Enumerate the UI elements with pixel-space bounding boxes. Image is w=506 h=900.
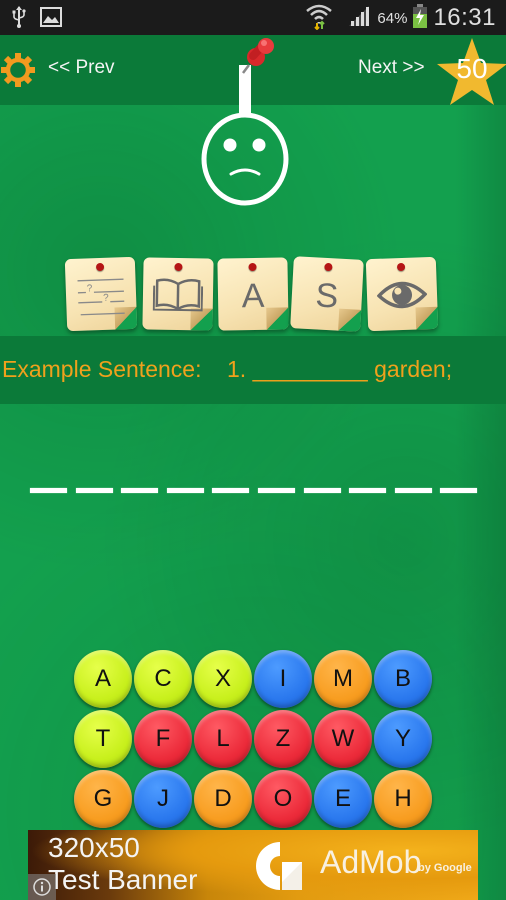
letter-key-e[interactable]: E xyxy=(314,770,372,828)
answer-slot xyxy=(258,488,295,493)
hangman-figure xyxy=(195,35,305,215)
hint-card-fill-blank[interactable]: ? ? xyxy=(64,256,138,332)
hint-card-reveal[interactable] xyxy=(365,256,439,332)
battery-percent: 64% xyxy=(377,9,408,27)
answer-slot xyxy=(349,488,387,493)
answer-slot xyxy=(212,488,250,493)
letter-key-c[interactable]: C xyxy=(134,650,192,708)
letter-key-z[interactable]: Z xyxy=(254,710,312,768)
signal-icon xyxy=(347,5,371,32)
gear-icon xyxy=(0,53,38,93)
answer-slot xyxy=(394,488,432,493)
letter-key-i[interactable]: I xyxy=(254,650,312,708)
hint-card-synonym[interactable]: S xyxy=(290,256,364,332)
answer-slots xyxy=(30,488,480,496)
pushpin-icon xyxy=(239,35,279,80)
example-blank: _________ xyxy=(252,356,368,382)
wifi-icon xyxy=(305,2,333,35)
letter-s-icon: S xyxy=(314,276,340,316)
letter-key-l[interactable]: L xyxy=(194,710,252,768)
info-icon[interactable] xyxy=(28,874,56,900)
hint-card-antonym[interactable]: A xyxy=(217,257,289,331)
hint-card-definition[interactable] xyxy=(142,257,214,331)
example-rest: garden; xyxy=(374,356,453,382)
ad-size-label: 320x50 xyxy=(48,832,140,863)
example-sentence-band: Example Sentence: 1. _________ garden; xyxy=(0,336,506,404)
answer-slot xyxy=(166,488,204,493)
letter-key-o[interactable]: O xyxy=(254,770,312,828)
svg-text:?: ? xyxy=(103,293,109,304)
hint-cards: ? ? A S xyxy=(64,256,446,336)
example-sentence: Example Sentence: 1. _________ garden; xyxy=(2,356,452,383)
letter-key-y[interactable]: Y xyxy=(374,710,432,768)
letter-key-b[interactable]: B xyxy=(374,650,432,708)
image-icon xyxy=(40,7,62,32)
prev-button[interactable]: << Prev xyxy=(48,57,115,79)
example-number: 1. xyxy=(227,356,247,382)
ad-brand-sub: by Google xyxy=(418,862,472,874)
letter-key-d[interactable]: D xyxy=(194,770,252,828)
answer-slot xyxy=(440,488,478,493)
letter-key-a[interactable]: A xyxy=(74,650,132,708)
ad-brand: AdMob xyxy=(320,844,422,880)
letter-key-w[interactable]: W xyxy=(314,710,372,768)
letter-key-g[interactable]: G xyxy=(74,770,132,828)
status-bar: 64% 16:31 xyxy=(0,0,506,35)
svg-text:?: ? xyxy=(87,283,93,294)
answer-slot xyxy=(303,488,341,493)
clock: 16:31 xyxy=(433,4,496,31)
admob-logo-icon xyxy=(254,840,306,892)
letter-key-j[interactable]: J xyxy=(134,770,192,828)
ad-title: Test Banner xyxy=(48,864,198,895)
letter-a-icon: A xyxy=(241,276,265,316)
letter-key-t[interactable]: T xyxy=(74,710,132,768)
usb-icon xyxy=(12,6,26,33)
next-button[interactable]: Next >> xyxy=(358,57,425,79)
answer-slot xyxy=(121,488,159,493)
letter-key-m[interactable]: M xyxy=(314,650,372,708)
settings-button[interactable] xyxy=(0,51,38,89)
letter-key-h[interactable]: H xyxy=(374,770,432,828)
letter-key-f[interactable]: F xyxy=(134,710,192,768)
eye-icon xyxy=(376,277,428,318)
ad-banner[interactable]: 320x50 Test Banner AdMob by Google xyxy=(28,830,478,900)
letter-keypad: ACXIMB TFLZWY GJDOEH xyxy=(74,650,434,832)
letter-key-x[interactable]: X xyxy=(194,650,252,708)
answer-slot xyxy=(75,488,113,493)
example-label: Example Sentence: xyxy=(2,356,202,382)
open-book-icon xyxy=(152,278,204,318)
fill-blank-lines-icon: ? ? xyxy=(73,273,129,324)
score-value: 50 xyxy=(456,53,488,84)
answer-slot xyxy=(30,488,67,493)
battery-charging-icon xyxy=(413,3,428,33)
